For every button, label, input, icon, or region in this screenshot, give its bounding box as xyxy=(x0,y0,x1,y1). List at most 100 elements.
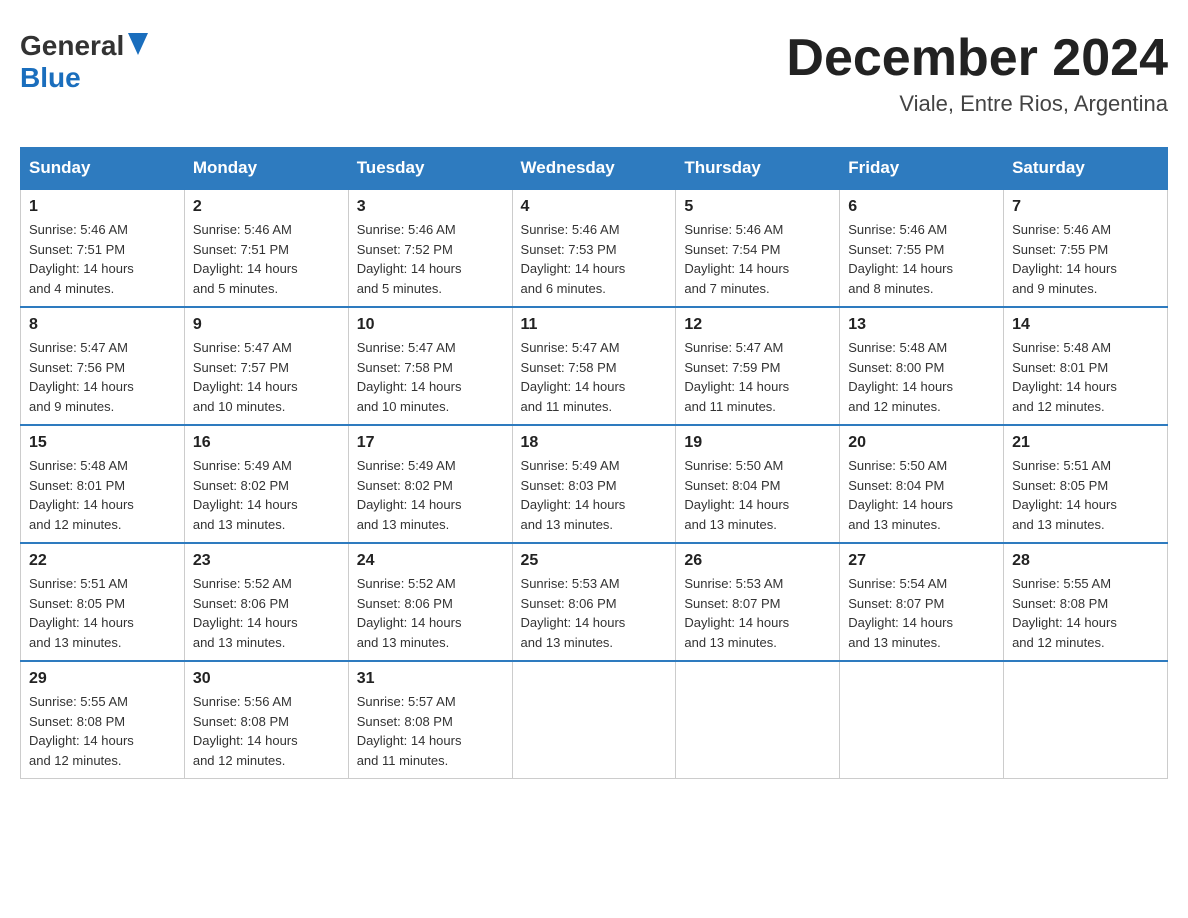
day-info: Sunrise: 5:47 AMSunset: 7:56 PMDaylight:… xyxy=(29,338,176,416)
header-tuesday: Tuesday xyxy=(348,148,512,190)
calendar-day-cell: 10 Sunrise: 5:47 AMSunset: 7:58 PMDaylig… xyxy=(348,307,512,425)
day-number: 7 xyxy=(1012,198,1159,216)
day-info: Sunrise: 5:56 AMSunset: 8:08 PMDaylight:… xyxy=(193,692,340,770)
calendar-day-cell: 8 Sunrise: 5:47 AMSunset: 7:56 PMDayligh… xyxy=(21,307,185,425)
calendar-day-cell: 23 Sunrise: 5:52 AMSunset: 8:06 PMDaylig… xyxy=(184,543,348,661)
page-header: General Blue December 2024 Viale, Entre … xyxy=(20,20,1168,127)
calendar-day-cell: 26 Sunrise: 5:53 AMSunset: 8:07 PMDaylig… xyxy=(676,543,840,661)
day-number: 25 xyxy=(521,552,668,570)
day-number: 22 xyxy=(29,552,176,570)
calendar-day-cell: 15 Sunrise: 5:48 AMSunset: 8:01 PMDaylig… xyxy=(21,425,185,543)
day-number: 28 xyxy=(1012,552,1159,570)
calendar-day-cell: 17 Sunrise: 5:49 AMSunset: 8:02 PMDaylig… xyxy=(348,425,512,543)
header-friday: Friday xyxy=(840,148,1004,190)
calendar-day-cell: 7 Sunrise: 5:46 AMSunset: 7:55 PMDayligh… xyxy=(1004,189,1168,307)
header-thursday: Thursday xyxy=(676,148,840,190)
day-info: Sunrise: 5:52 AMSunset: 8:06 PMDaylight:… xyxy=(357,574,504,652)
day-info: Sunrise: 5:48 AMSunset: 8:01 PMDaylight:… xyxy=(1012,338,1159,416)
day-info: Sunrise: 5:55 AMSunset: 8:08 PMDaylight:… xyxy=(1012,574,1159,652)
day-number: 19 xyxy=(684,434,831,452)
day-number: 2 xyxy=(193,198,340,216)
calendar-day-cell: 3 Sunrise: 5:46 AMSunset: 7:52 PMDayligh… xyxy=(348,189,512,307)
day-number: 12 xyxy=(684,316,831,334)
day-info: Sunrise: 5:51 AMSunset: 8:05 PMDaylight:… xyxy=(29,574,176,652)
day-info: Sunrise: 5:46 AMSunset: 7:51 PMDaylight:… xyxy=(29,220,176,298)
day-number: 29 xyxy=(29,670,176,688)
logo-blue-text: Blue xyxy=(20,62,81,93)
day-info: Sunrise: 5:50 AMSunset: 8:04 PMDaylight:… xyxy=(848,456,995,534)
day-number: 6 xyxy=(848,198,995,216)
day-number: 13 xyxy=(848,316,995,334)
calendar-day-cell: 13 Sunrise: 5:48 AMSunset: 8:00 PMDaylig… xyxy=(840,307,1004,425)
header-wednesday: Wednesday xyxy=(512,148,676,190)
day-info: Sunrise: 5:47 AMSunset: 7:57 PMDaylight:… xyxy=(193,338,340,416)
calendar-day-cell: 14 Sunrise: 5:48 AMSunset: 8:01 PMDaylig… xyxy=(1004,307,1168,425)
calendar-day-cell: 5 Sunrise: 5:46 AMSunset: 7:54 PMDayligh… xyxy=(676,189,840,307)
day-info: Sunrise: 5:53 AMSunset: 8:07 PMDaylight:… xyxy=(684,574,831,652)
weekday-header-row: Sunday Monday Tuesday Wednesday Thursday… xyxy=(21,148,1168,190)
calendar-day-cell: 4 Sunrise: 5:46 AMSunset: 7:53 PMDayligh… xyxy=(512,189,676,307)
day-info: Sunrise: 5:47 AMSunset: 7:59 PMDaylight:… xyxy=(684,338,831,416)
calendar-day-cell: 31 Sunrise: 5:57 AMSunset: 8:08 PMDaylig… xyxy=(348,661,512,779)
logo: General Blue xyxy=(20,30,148,94)
day-info: Sunrise: 5:50 AMSunset: 8:04 PMDaylight:… xyxy=(684,456,831,534)
calendar-day-cell xyxy=(512,661,676,779)
day-number: 16 xyxy=(193,434,340,452)
calendar-week-row: 15 Sunrise: 5:48 AMSunset: 8:01 PMDaylig… xyxy=(21,425,1168,543)
day-info: Sunrise: 5:46 AMSunset: 7:54 PMDaylight:… xyxy=(684,220,831,298)
calendar-day-cell: 24 Sunrise: 5:52 AMSunset: 8:06 PMDaylig… xyxy=(348,543,512,661)
calendar-day-cell xyxy=(676,661,840,779)
day-number: 3 xyxy=(357,198,504,216)
day-number: 24 xyxy=(357,552,504,570)
day-info: Sunrise: 5:49 AMSunset: 8:02 PMDaylight:… xyxy=(357,456,504,534)
calendar-day-cell: 30 Sunrise: 5:56 AMSunset: 8:08 PMDaylig… xyxy=(184,661,348,779)
calendar-day-cell: 29 Sunrise: 5:55 AMSunset: 8:08 PMDaylig… xyxy=(21,661,185,779)
day-number: 8 xyxy=(29,316,176,334)
day-number: 20 xyxy=(848,434,995,452)
day-info: Sunrise: 5:48 AMSunset: 8:00 PMDaylight:… xyxy=(848,338,995,416)
day-number: 26 xyxy=(684,552,831,570)
day-info: Sunrise: 5:49 AMSunset: 8:03 PMDaylight:… xyxy=(521,456,668,534)
calendar-day-cell: 9 Sunrise: 5:47 AMSunset: 7:57 PMDayligh… xyxy=(184,307,348,425)
header-monday: Monday xyxy=(184,148,348,190)
header-sunday: Sunday xyxy=(21,148,185,190)
day-info: Sunrise: 5:55 AMSunset: 8:08 PMDaylight:… xyxy=(29,692,176,770)
day-number: 1 xyxy=(29,198,176,216)
calendar-week-row: 22 Sunrise: 5:51 AMSunset: 8:05 PMDaylig… xyxy=(21,543,1168,661)
calendar-week-row: 29 Sunrise: 5:55 AMSunset: 8:08 PMDaylig… xyxy=(21,661,1168,779)
day-info: Sunrise: 5:46 AMSunset: 7:55 PMDaylight:… xyxy=(1012,220,1159,298)
calendar-day-cell xyxy=(1004,661,1168,779)
calendar-day-cell: 2 Sunrise: 5:46 AMSunset: 7:51 PMDayligh… xyxy=(184,189,348,307)
day-info: Sunrise: 5:54 AMSunset: 8:07 PMDaylight:… xyxy=(848,574,995,652)
day-info: Sunrise: 5:46 AMSunset: 7:52 PMDaylight:… xyxy=(357,220,504,298)
logo-arrow-icon xyxy=(128,33,148,60)
day-number: 30 xyxy=(193,670,340,688)
day-info: Sunrise: 5:47 AMSunset: 7:58 PMDaylight:… xyxy=(357,338,504,416)
calendar-day-cell: 25 Sunrise: 5:53 AMSunset: 8:06 PMDaylig… xyxy=(512,543,676,661)
calendar-day-cell: 19 Sunrise: 5:50 AMSunset: 8:04 PMDaylig… xyxy=(676,425,840,543)
day-number: 15 xyxy=(29,434,176,452)
day-number: 9 xyxy=(193,316,340,334)
day-number: 27 xyxy=(848,552,995,570)
calendar-title-block: December 2024 Viale, Entre Rios, Argenti… xyxy=(786,30,1168,117)
day-info: Sunrise: 5:48 AMSunset: 8:01 PMDaylight:… xyxy=(29,456,176,534)
day-info: Sunrise: 5:46 AMSunset: 7:51 PMDaylight:… xyxy=(193,220,340,298)
day-number: 18 xyxy=(521,434,668,452)
day-number: 5 xyxy=(684,198,831,216)
day-number: 23 xyxy=(193,552,340,570)
day-info: Sunrise: 5:46 AMSunset: 7:55 PMDaylight:… xyxy=(848,220,995,298)
calendar-day-cell: 18 Sunrise: 5:49 AMSunset: 8:03 PMDaylig… xyxy=(512,425,676,543)
calendar-day-cell: 27 Sunrise: 5:54 AMSunset: 8:07 PMDaylig… xyxy=(840,543,1004,661)
calendar-month-year: December 2024 xyxy=(786,30,1168,87)
logo-general-text: General xyxy=(20,30,124,62)
calendar-week-row: 8 Sunrise: 5:47 AMSunset: 7:56 PMDayligh… xyxy=(21,307,1168,425)
calendar-day-cell: 28 Sunrise: 5:55 AMSunset: 8:08 PMDaylig… xyxy=(1004,543,1168,661)
calendar-day-cell: 21 Sunrise: 5:51 AMSunset: 8:05 PMDaylig… xyxy=(1004,425,1168,543)
calendar-day-cell: 22 Sunrise: 5:51 AMSunset: 8:05 PMDaylig… xyxy=(21,543,185,661)
day-number: 14 xyxy=(1012,316,1159,334)
day-number: 10 xyxy=(357,316,504,334)
day-number: 11 xyxy=(521,316,668,334)
calendar-day-cell: 16 Sunrise: 5:49 AMSunset: 8:02 PMDaylig… xyxy=(184,425,348,543)
day-number: 4 xyxy=(521,198,668,216)
day-info: Sunrise: 5:46 AMSunset: 7:53 PMDaylight:… xyxy=(521,220,668,298)
